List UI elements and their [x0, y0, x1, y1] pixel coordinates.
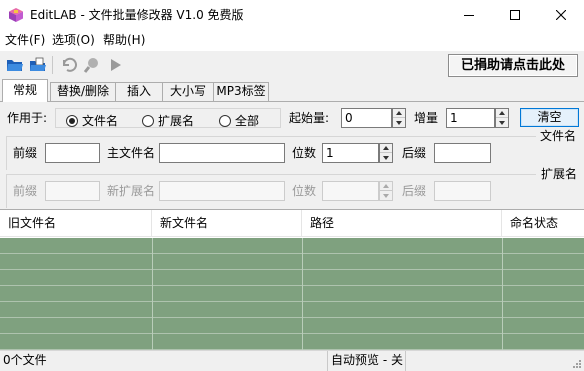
radio-dot-filename [66, 114, 78, 127]
table-row [0, 254, 584, 270]
table-body [0, 238, 584, 350]
donate-button[interactable]: 已捐助请点击此处 [448, 54, 578, 77]
spin-down-icon [396, 120, 402, 125]
title-bar: EditLAB - 文件批量修改器 V1.0 免费版 [0, 0, 584, 30]
digits-spinner[interactable] [379, 143, 393, 163]
radio-extension[interactable]: 扩展名 [142, 112, 194, 129]
close-button[interactable] [538, 0, 584, 30]
clear-button[interactable]: 清空 [520, 108, 579, 127]
prefix-input[interactable] [45, 143, 100, 163]
app-box-icon [9, 8, 23, 22]
column-divider [302, 238, 303, 350]
prefix-label: 前缀 [13, 146, 38, 160]
tab-general[interactable]: 常规 [2, 79, 48, 102]
menu-file[interactable]: 文件(F) [5, 33, 45, 48]
radio-all-label: 全部 [235, 114, 260, 128]
tab-strip: 常规 替换/删除 插入 大小写 MP3标签 [0, 79, 584, 102]
maximize-button[interactable] [492, 0, 538, 30]
step-spinner[interactable] [495, 108, 509, 128]
auto-preview-status[interactable]: 自动预览 - 关 [328, 351, 406, 371]
filename-group-left-border [6, 136, 7, 170]
search-icon[interactable] [83, 56, 101, 74]
tab-insert[interactable]: 插入 [115, 82, 163, 101]
ext-digits-input[interactable] [322, 181, 379, 201]
main-name-label: 主文件名 [107, 146, 156, 160]
ext-group-left-border [6, 174, 7, 208]
start-input[interactable]: 0 [341, 108, 392, 128]
suffix-input[interactable] [434, 143, 491, 163]
filename-group-border [6, 136, 536, 137]
play-icon[interactable] [106, 56, 124, 74]
column-header-old-name[interactable]: 旧文件名 [0, 210, 152, 237]
table-row [0, 334, 584, 350]
digits-input[interactable]: 1 [322, 143, 379, 163]
spin-down-icon [499, 120, 505, 125]
new-ext-input[interactable] [159, 181, 285, 201]
table-row [0, 318, 584, 334]
file-count-status: 0个文件 [0, 351, 328, 371]
open-folder-icon[interactable] [6, 56, 24, 74]
spin-down-icon [383, 155, 389, 160]
table-header: 旧文件名 新文件名 路径 命名状态 [0, 210, 584, 237]
undo-icon[interactable] [59, 56, 77, 74]
spin-up-icon [383, 146, 389, 150]
table-row [0, 302, 584, 318]
table-row [0, 270, 584, 286]
minimize-button[interactable] [446, 0, 492, 30]
start-label: 起始量: [289, 111, 330, 125]
ext-digits-spinner[interactable] [379, 181, 393, 201]
close-icon [556, 10, 566, 20]
open-files-icon[interactable] [29, 56, 47, 74]
filename-group-label: 文件名 [540, 129, 577, 143]
radio-dot-all [219, 114, 231, 127]
main-name-input[interactable] [159, 143, 285, 163]
menu-options[interactable]: 选项(O) [52, 33, 95, 48]
tab-replace-delete[interactable]: 替换/删除 [50, 82, 116, 101]
spin-down-icon [383, 193, 389, 198]
radio-filename[interactable]: 文件名 [66, 112, 118, 129]
apply-to-label: 作用于: [7, 111, 48, 125]
spin-up-icon [499, 111, 505, 115]
radio-all[interactable]: 全部 [219, 112, 259, 129]
spin-up-icon [383, 184, 389, 188]
ext-prefix-label: 前缀 [13, 184, 38, 198]
ext-digits-label: 位数 [292, 184, 317, 198]
menu-bar: 文件(F) 选项(O) 帮助(H) [0, 30, 584, 51]
minimize-icon [464, 15, 474, 16]
window-title: EditLAB - 文件批量修改器 V1.0 免费版 [30, 8, 244, 22]
start-spinner[interactable] [392, 108, 406, 128]
radio-extension-label: 扩展名 [158, 114, 195, 128]
column-header-status[interactable]: 命名状态 [502, 210, 584, 237]
column-divider [152, 238, 153, 350]
ext-group-label: 扩展名 [541, 167, 578, 181]
tab-case[interactable]: 大小写 [162, 82, 214, 101]
suffix-label: 后缀 [402, 146, 427, 160]
maximize-icon [510, 10, 520, 20]
table-row [0, 286, 584, 302]
ext-suffix-label: 后缀 [402, 184, 427, 198]
radio-dot-extension [142, 114, 154, 127]
resize-grip-icon[interactable] [572, 359, 582, 369]
column-divider [502, 238, 503, 350]
column-header-path[interactable]: 路径 [302, 210, 502, 237]
status-bar: 0个文件 自动预览 - 关 [0, 350, 584, 371]
toolbar-separator [52, 56, 53, 74]
radio-filename-label: 文件名 [82, 114, 119, 128]
new-ext-label: 新扩展名 [107, 184, 156, 198]
tab-mp3-tag[interactable]: MP3标签 [213, 82, 269, 101]
menu-help[interactable]: 帮助(H) [103, 33, 145, 48]
column-header-new-name[interactable]: 新文件名 [152, 210, 302, 237]
apply-to-group: 文件名 扩展名 全部 [55, 108, 281, 128]
table-row [0, 238, 584, 254]
ext-group-border [6, 174, 536, 175]
spin-up-icon [396, 111, 402, 115]
ext-suffix-input[interactable] [434, 181, 491, 201]
file-list-table[interactable]: 旧文件名 新文件名 路径 命名状态 [0, 209, 584, 350]
toolbar: 已捐助请点击此处 [0, 51, 584, 79]
digits-label: 位数 [292, 146, 317, 160]
step-input[interactable]: 1 [446, 108, 495, 128]
ext-prefix-input[interactable] [45, 181, 100, 201]
step-label: 增量 [414, 111, 439, 125]
